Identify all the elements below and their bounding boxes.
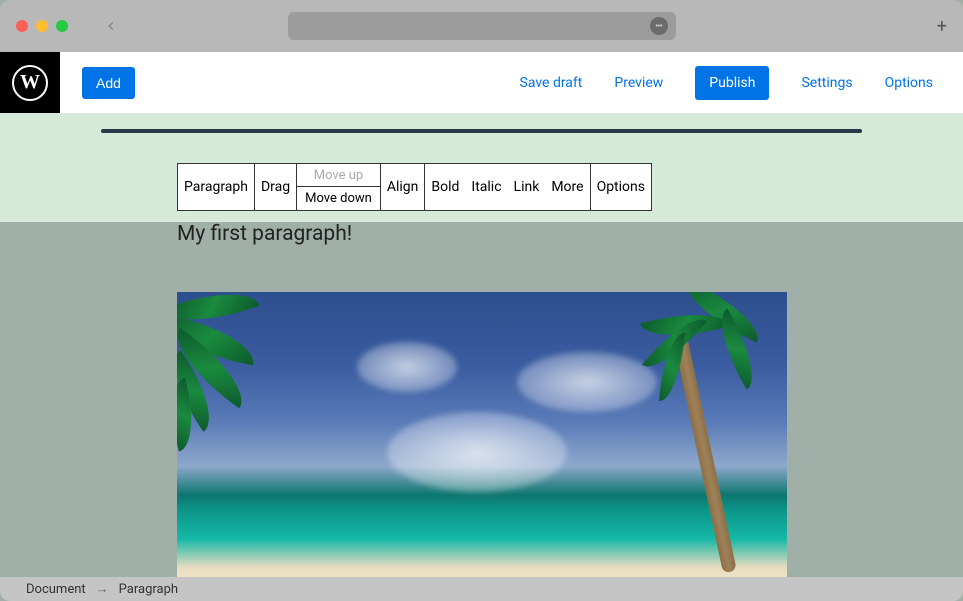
link-button[interactable]: Link <box>508 164 546 210</box>
new-tab-button[interactable]: + <box>937 16 947 37</box>
close-window-button[interactable] <box>16 20 28 32</box>
editor-content: My first paragraph! <box>177 222 786 582</box>
decorative-cloud <box>357 342 457 392</box>
editor-header-area: Paragraph Drag Move up Move down Align B… <box>0 113 963 222</box>
breadcrumb-current[interactable]: Paragraph <box>119 582 178 597</box>
url-menu-icon[interactable]: ••• <box>650 17 668 35</box>
settings-button[interactable]: Settings <box>801 75 852 91</box>
options-button[interactable]: Options <box>885 75 933 91</box>
drag-handle[interactable]: Drag <box>255 164 297 210</box>
block-toolbar: Paragraph Drag Move up Move down Align B… <box>177 163 652 211</box>
italic-button[interactable]: Italic <box>465 164 507 210</box>
back-button[interactable] <box>104 19 118 33</box>
align-button[interactable]: Align <box>381 164 426 210</box>
minimize-window-button[interactable] <box>36 20 48 32</box>
chevron-right-icon: → <box>96 581 109 597</box>
block-type-selector[interactable]: Paragraph <box>178 164 255 210</box>
decorative-palm <box>177 292 307 482</box>
publish-button[interactable]: Publish <box>695 66 769 100</box>
move-down-button[interactable]: Move down <box>297 187 380 210</box>
window-controls <box>16 20 68 32</box>
wordpress-logo[interactable]: W <box>0 52 60 113</box>
app-header: W Add Save draft Preview Publish Setting… <box>0 52 963 113</box>
wordpress-icon: W <box>12 65 48 101</box>
add-block-button[interactable]: Add <box>82 67 135 99</box>
paragraph-block[interactable]: My first paragraph! <box>177 222 786 246</box>
url-bar[interactable]: ••• <box>288 12 676 40</box>
breadcrumb-bar: Document → Paragraph <box>0 577 963 601</box>
bold-button[interactable]: Bold <box>425 164 465 210</box>
save-draft-button[interactable]: Save draft <box>520 75 583 91</box>
decorative-cloud <box>387 412 567 492</box>
image-block[interactable] <box>177 292 787 582</box>
window-titlebar: ••• + <box>0 0 963 52</box>
breadcrumb-root[interactable]: Document <box>26 582 86 597</box>
more-button[interactable]: More <box>545 164 590 210</box>
title-placeholder-line[interactable] <box>101 129 862 133</box>
decorative-palm <box>637 292 787 572</box>
move-up-button[interactable]: Move up <box>297 164 380 187</box>
preview-button[interactable]: Preview <box>614 75 663 91</box>
block-options-button[interactable]: Options <box>591 164 651 210</box>
maximize-window-button[interactable] <box>56 20 68 32</box>
decorative-cloud <box>517 352 657 412</box>
